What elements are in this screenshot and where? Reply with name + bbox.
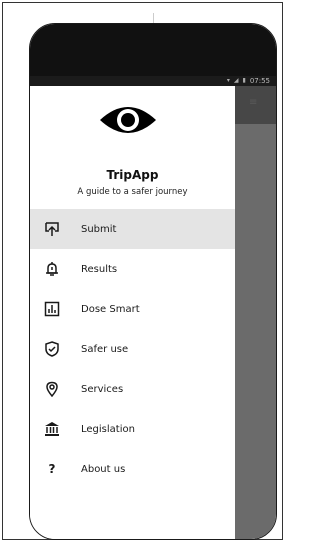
phone-device: ▾ ◢ ▮ 07:55 ≡ TripApp A guide to a safer… (29, 23, 277, 540)
status-bar: ▾ ◢ ▮ 07:55 (30, 76, 276, 86)
drawer-item-legislation[interactable]: Legislation (30, 409, 235, 449)
drawer-menu: Submit Results Dose Smart Safer use Serv… (30, 209, 235, 489)
drawer-item-services[interactable]: Services (30, 369, 235, 409)
courthouse-icon (43, 420, 61, 438)
wifi-icon: ▾ (226, 77, 230, 84)
app-name: TripApp (106, 168, 159, 182)
phone-bezel (30, 24, 276, 76)
drawer-item-label: About us (81, 463, 126, 475)
drawer-item-submit[interactable]: Submit (30, 209, 235, 249)
drawer-item-label: Legislation (81, 423, 135, 435)
drawer-item-label: Dose Smart (81, 303, 140, 315)
battery-icon: ▮ (242, 77, 246, 84)
signal-icon: ◢ (233, 77, 239, 84)
alert-bell-icon (43, 260, 61, 278)
drawer-header: TripApp A guide to a safer journey (30, 86, 235, 204)
shield-check-icon (43, 340, 61, 358)
drawer-scrim[interactable]: ≡ (235, 86, 276, 539)
drawer-item-label: Submit (81, 223, 117, 235)
screenshot-frame: ▾ ◢ ▮ 07:55 ≡ TripApp A guide to a safer… (2, 2, 283, 540)
app-tagline: A guide to a safer journey (77, 187, 188, 197)
drawer-item-label: Safer use (81, 343, 129, 355)
overflow-menu-icon: ≡ (249, 97, 258, 108)
app-bar: ≡ (235, 86, 276, 124)
drawer-item-label: Services (81, 383, 124, 395)
question-mark-icon: ? (48, 462, 56, 476)
bar-chart-icon (43, 300, 61, 318)
navigation-drawer: TripApp A guide to a safer journey Submi… (30, 86, 235, 539)
drawer-item-safer-use[interactable]: Safer use (30, 329, 235, 369)
divider (153, 13, 154, 23)
location-pin-icon (43, 380, 61, 398)
drawer-item-about-us[interactable]: ? About us (30, 449, 235, 489)
eye-icon (100, 107, 156, 133)
drawer-item-results[interactable]: Results (30, 249, 235, 289)
drawer-item-dose-smart[interactable]: Dose Smart (30, 289, 235, 329)
drawer-item-label: Results (81, 263, 118, 275)
upload-icon (43, 220, 61, 238)
status-time: 07:55 (249, 77, 270, 85)
